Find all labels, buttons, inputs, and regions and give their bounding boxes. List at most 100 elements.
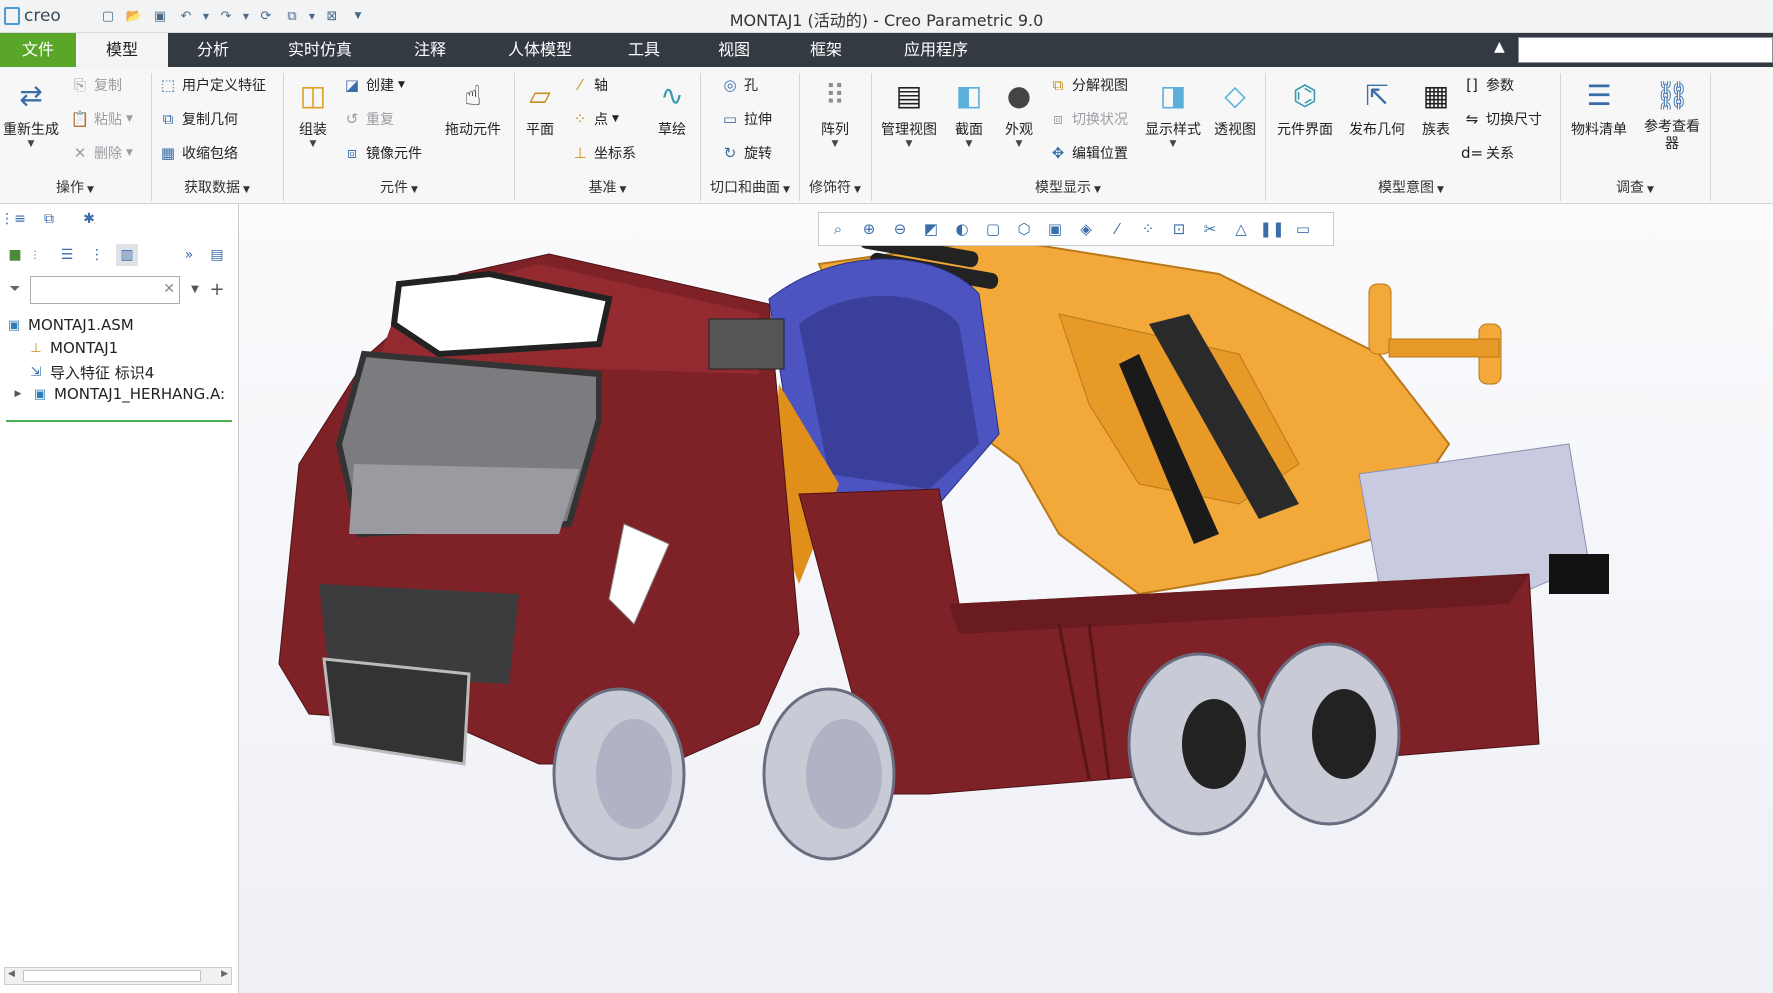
truck-crane-model[interactable] [239, 204, 1773, 993]
more-icon[interactable]: ⋮ [24, 244, 46, 266]
add-icon[interactable]: + [206, 278, 228, 300]
collapse-ribbon-icon[interactable]: ▲ [1494, 39, 1505, 55]
drag-component-button[interactable]: ☝ 拖动元件 [440, 75, 506, 139]
zoom-out-icon[interactable]: ⊖ [887, 216, 913, 242]
csys-button[interactable]: ⊥ 坐标系 [570, 143, 636, 163]
bom-button[interactable]: ☰ 物料清单 [1566, 75, 1632, 139]
toggle-status-button[interactable]: ⧈ 切换状况 [1048, 109, 1128, 129]
tree-search-input[interactable]: ✕ [30, 276, 180, 304]
tree-root[interactable]: ▣ MONTAJ1.ASM [6, 316, 134, 334]
explode-icon[interactable]: ✂ [1197, 216, 1223, 242]
appearance-button[interactable]: ● 外观 ▼ [996, 75, 1042, 150]
tree-expand-icon[interactable]: ☰ [56, 244, 78, 266]
group-modifiers[interactable]: 修饰符 ▼ [800, 177, 870, 199]
delete-button[interactable]: ✕ 删除 ▼ [70, 143, 133, 163]
tree-filter-icon[interactable]: ⋮ [86, 244, 108, 266]
group-investigate[interactable]: 调查 ▼ [1561, 177, 1709, 199]
more-chevron-icon[interactable]: » [178, 244, 200, 266]
graphics-window[interactable] [239, 204, 1773, 993]
view-manager-icon[interactable]: ⬡ [1011, 216, 1037, 242]
manage-views-button[interactable]: ▤ 管理视图 ▼ [876, 75, 942, 150]
model-icon[interactable]: ■ [4, 244, 26, 266]
tab-annotate[interactable]: 注释 [394, 33, 466, 67]
pattern-button[interactable]: ⠿ 阵列 ▼ [810, 75, 860, 150]
plane-button[interactable]: ▱ 平面 [518, 75, 562, 139]
pause-icon[interactable]: ❚❚ [1259, 216, 1285, 242]
hole-button[interactable]: ◎ 孔 [720, 75, 758, 95]
repaint-icon[interactable]: ◩ [918, 216, 944, 242]
folder-browser-tab-icon[interactable]: ⧉ [38, 208, 60, 230]
group-datum[interactable]: 基准 ▼ [515, 177, 700, 199]
group-component[interactable]: 元件 ▼ [284, 177, 514, 199]
reference-viewer-button[interactable]: ⛓ 参考查看器 [1636, 75, 1708, 153]
extrude-button[interactable]: ▭ 拉伸 [720, 109, 772, 129]
spin-center-icon[interactable]: ⊡ [1166, 216, 1192, 242]
tab-manikin[interactable]: 人体模型 [494, 33, 586, 67]
next-icon[interactable]: ▭ [1290, 216, 1316, 242]
tab-applications[interactable]: 应用程序 [888, 33, 984, 67]
tab-tools[interactable]: 工具 [610, 33, 678, 67]
copy-geometry-button[interactable]: ⧉ 复制几何 [158, 109, 238, 129]
axis-button[interactable]: ⁄ 轴 [570, 75, 608, 95]
udf-button[interactable]: ⬚ 用户定义特征 [158, 75, 266, 95]
annotation-display-icon[interactable]: ⁘ [1135, 216, 1161, 242]
filter-dropdown-icon[interactable]: ▼ [184, 278, 206, 300]
tab-live-simulation[interactable]: 实时仿真 [272, 33, 368, 67]
truck-body[interactable] [278, 253, 800, 766]
saved-orientations-icon[interactable]: ▢ [980, 216, 1006, 242]
model-tree-tab-icon[interactable]: ⋮≡ [0, 208, 26, 230]
display-style-icon[interactable]: ◐ [949, 216, 975, 242]
publish-geometry-button[interactable]: ⇱ 发布几何 [1342, 75, 1412, 139]
tab-analysis[interactable]: 分析 [176, 33, 250, 67]
copy-button[interactable]: ⎘ 复制 [70, 75, 122, 95]
point-button[interactable]: ⁘ 点 ▼ [570, 109, 619, 129]
paste-button[interactable]: 📋 粘贴 ▼ [70, 109, 133, 129]
tab-model[interactable]: 模型 [76, 33, 168, 67]
tree-horizontal-scrollbar[interactable]: ◀ ▶ [4, 967, 232, 985]
group-operations[interactable]: 操作 ▼ [0, 177, 150, 199]
tree-item-import-feature[interactable]: ⇲ 导入特征 标识4 [28, 362, 155, 383]
group-model-intent[interactable]: 模型意图 ▼ [1266, 177, 1556, 199]
tab-file[interactable]: 文件 [0, 33, 76, 67]
datum-display-icon[interactable]: ⁄ [1104, 216, 1130, 242]
tab-view[interactable]: 视图 [700, 33, 768, 67]
mirror-component-button[interactable]: ⧈ 镜像元件 [342, 143, 422, 163]
relations-button[interactable]: d= 关系 [1461, 143, 1514, 163]
edit-position-button[interactable]: ✥ 编辑位置 [1048, 143, 1128, 163]
regenerate-button[interactable]: ⇄ 重新生成 ▼ [0, 75, 62, 150]
favorites-tab-icon[interactable]: ✱ [78, 208, 100, 230]
scrollbar-thumb[interactable] [23, 970, 201, 982]
appearance-icon[interactable]: △ [1228, 216, 1254, 242]
tree-item-subassembly[interactable]: ▶ ▣ MONTAJ1_HERHANG.A: [10, 385, 226, 403]
perspective-icon[interactable]: ▣ [1042, 216, 1068, 242]
revolve-button[interactable]: ↻ 旋转 [720, 143, 772, 163]
component-interface-button[interactable]: ⌬ 元件界面 [1270, 75, 1340, 139]
group-get-data[interactable]: 获取数据 ▼ [152, 177, 282, 199]
sketch-button[interactable]: ∿ 草绘 [650, 75, 694, 139]
tab-framework[interactable]: 框架 [792, 33, 860, 67]
command-search-input[interactable] [1518, 37, 1773, 63]
zoom-in-icon[interactable]: ⊕ [856, 216, 882, 242]
section-button[interactable]: ◧ 截面 ▼ [946, 75, 992, 150]
scroll-right-icon[interactable]: ▶ [221, 969, 228, 979]
clear-icon[interactable]: ✕ [163, 281, 175, 297]
assemble-button[interactable]: ◫ 组装 ▼ [288, 75, 338, 150]
repeat-button[interactable]: ↺ 重复 [342, 109, 394, 129]
settings-icon[interactable]: ▤ [206, 244, 228, 266]
shrinkwrap-button[interactable]: ▦ 收缩包络 [158, 143, 238, 163]
tree-columns-icon[interactable]: ▥ [116, 244, 138, 266]
exploded-view-button[interactable]: ⧉ 分解视图 [1048, 75, 1128, 95]
parameters-button[interactable]: [] 参数 [1462, 75, 1514, 95]
family-table-button[interactable]: ▦ 族表 [1414, 75, 1458, 139]
section-icon[interactable]: ◈ [1073, 216, 1099, 242]
group-cuts-surfaces[interactable]: 切口和曲面 ▼ [702, 177, 798, 199]
display-style-button[interactable]: ◨ 显示样式 ▼ [1140, 75, 1206, 150]
group-model-display[interactable]: 模型显示 ▼ [872, 177, 1264, 199]
refit-icon[interactable]: ⌕ [825, 216, 851, 242]
scroll-left-icon[interactable]: ◀ [8, 969, 15, 979]
expand-arrow-icon[interactable]: ▶ [10, 386, 26, 402]
create-button[interactable]: ◪ 创建 ▼ [342, 75, 405, 95]
switch-dimensions-button[interactable]: ⇋ 切换尺寸 [1462, 109, 1542, 129]
tree-item-csys[interactable]: ⊥ MONTAJ1 [28, 339, 118, 357]
perspective-view-button[interactable]: ◇ 透视图 [1210, 75, 1260, 139]
